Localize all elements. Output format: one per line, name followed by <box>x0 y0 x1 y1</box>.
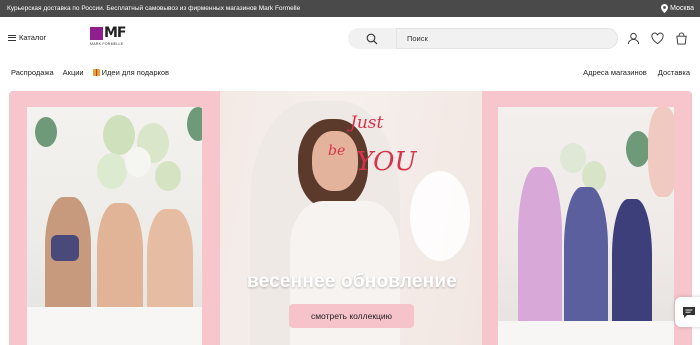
search-bar <box>348 28 618 49</box>
mirror-text-just: Just <box>350 113 384 133</box>
nav-store-addresses[interactable]: Адреса магазинов <box>583 68 647 77</box>
banner-headline: весеннее обновление <box>246 271 457 292</box>
logo-subtitle: MARK FORMELLE <box>90 42 124 46</box>
chat-widget-button[interactable] <box>675 297 700 327</box>
banner-photo-right <box>498 107 674 345</box>
nav-delivery[interactable]: Доставка <box>658 68 690 77</box>
chat-icon <box>683 306 695 318</box>
search-field[interactable] <box>396 28 618 49</box>
city-selector[interactable]: Москва <box>661 4 694 13</box>
mirror-text-be: be <box>328 143 346 159</box>
catalog-label: Каталог <box>19 33 47 42</box>
nav-promotions[interactable]: Акции <box>63 68 84 77</box>
bag-icon[interactable] <box>675 32 688 45</box>
user-icon[interactable] <box>627 32 640 45</box>
top-announcement-bar: Курьерская доставка по России. Бесплатны… <box>0 0 700 17</box>
brand-logo[interactable]: MF MARK FORMELLE <box>90 25 140 51</box>
site-header: Каталог MF MARK FORMELLE <box>0 17 700 61</box>
logo-letters: MF <box>104 25 126 41</box>
banner-photo-left <box>27 107 202 345</box>
promo-text: Курьерская доставка по России. Бесплатны… <box>7 5 301 12</box>
nav-sale[interactable]: Распродажа <box>11 68 54 77</box>
search-button[interactable] <box>348 28 396 49</box>
menu-icon <box>8 34 16 41</box>
nav-gift-ideas[interactable]: Идеи для подарков <box>92 68 170 77</box>
location-pin-icon <box>661 4 669 13</box>
city-label: Москва <box>670 5 694 12</box>
search-icon <box>366 33 378 44</box>
catalog-button[interactable]: Каталог <box>8 33 46 42</box>
search-input[interactable] <box>407 34 617 43</box>
view-collection-button[interactable]: смотреть коллекцию <box>289 304 414 328</box>
header-actions <box>627 32 688 45</box>
nav-gift-ideas-label: Идеи для подарков <box>101 68 170 77</box>
main-nav: Распродажа Акции Идеи для подарков Адрес… <box>0 61 700 85</box>
hero-banner[interactable]: Just be YOU весеннее обновление смотреть… <box>9 91 692 345</box>
gift-icon <box>92 69 100 76</box>
heart-icon[interactable] <box>651 32 664 45</box>
mirror-text-you: YOU <box>356 147 417 177</box>
logo-square <box>90 27 103 40</box>
